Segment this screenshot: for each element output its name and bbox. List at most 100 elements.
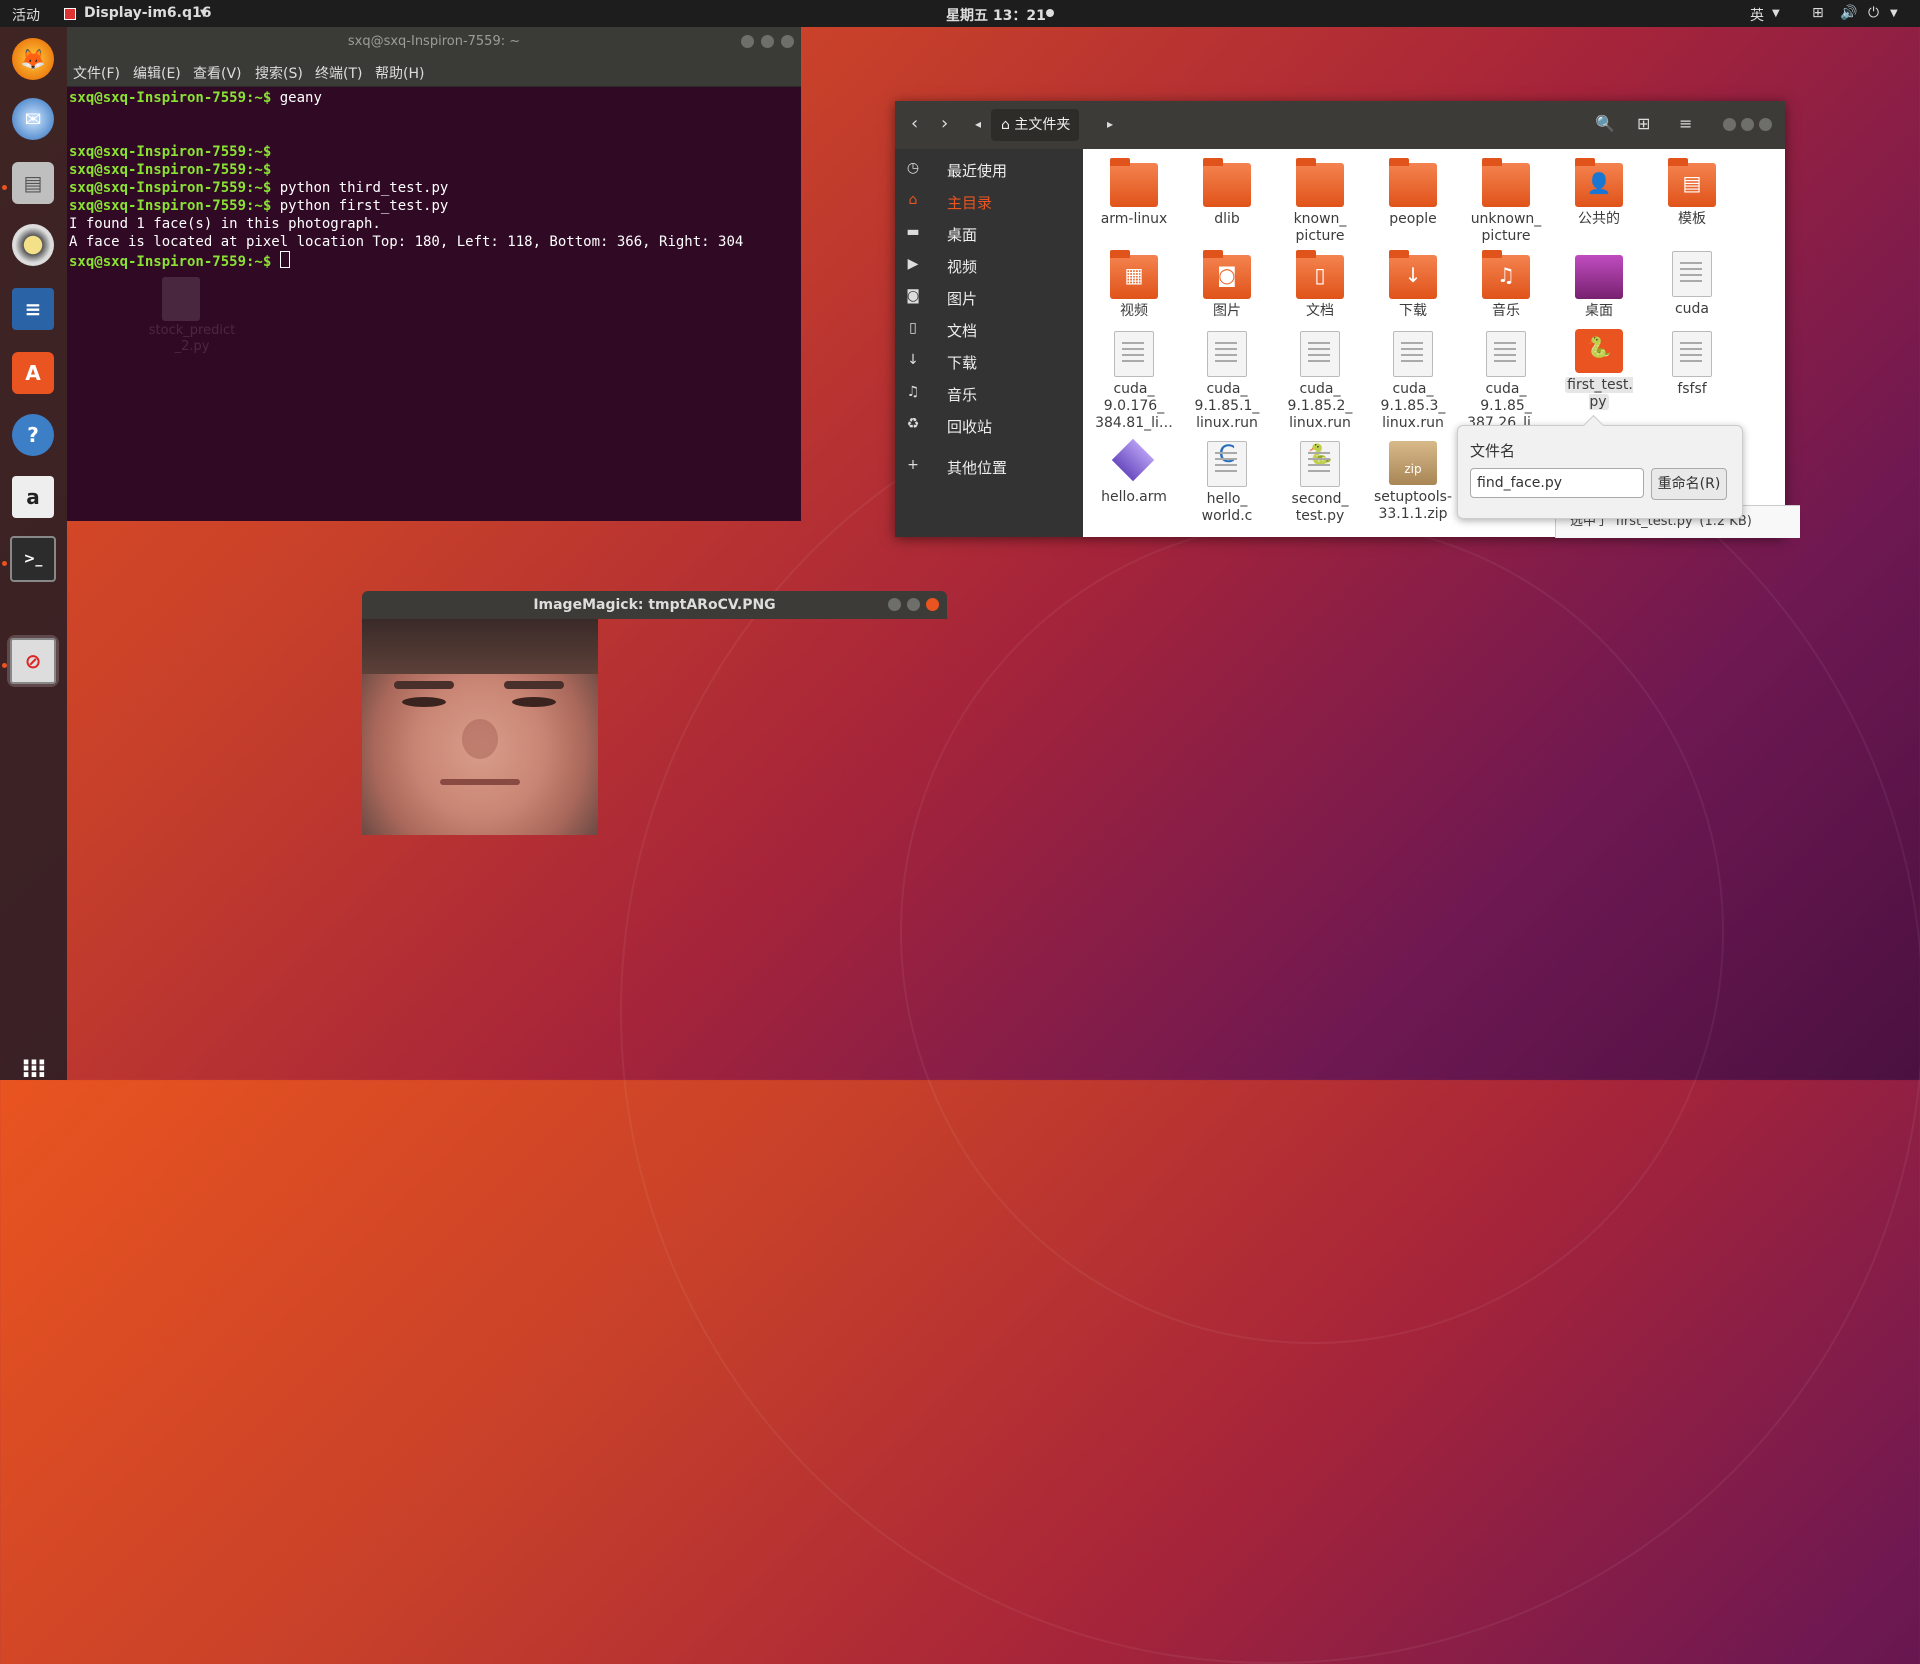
file-item[interactable]: unknown_ picture	[1461, 158, 1551, 245]
file-item[interactable]: 桌面	[1554, 255, 1644, 320]
text-file-icon	[1486, 331, 1526, 377]
sidebar-item-videos[interactable]: ▶ 视频	[895, 250, 1083, 280]
close-icon[interactable]	[1759, 118, 1772, 131]
file-item[interactable]: known_ picture	[1275, 158, 1365, 245]
sidebar-item-label: 桌面	[947, 226, 978, 244]
close-icon[interactable]	[781, 35, 794, 48]
sidebar-item-other-locations[interactable]: + 其他位置	[895, 451, 1083, 481]
menu-search[interactable]: 搜索(S)	[255, 63, 303, 83]
menu-view[interactable]: 查看(V)	[193, 63, 242, 83]
file-label: 公共的	[1578, 211, 1620, 227]
maximize-icon[interactable]	[761, 35, 774, 48]
music-folder-icon: ♫	[1482, 250, 1530, 299]
rename-popover[interactable]: 文件名 重命名(R)	[1457, 414, 1743, 519]
minimize-icon[interactable]	[888, 598, 901, 611]
terminal-output[interactable]: sxq@sxq-Inspiron-7559:~$ geany sxq@sxq-I…	[67, 87, 801, 271]
file-item[interactable]: dlib	[1182, 158, 1272, 228]
file-item[interactable]: cuda_ 9.1.85.1_ linux.run	[1182, 331, 1272, 432]
help-icon[interactable]: ?	[7, 409, 59, 461]
file-label: first_test. py	[1565, 377, 1633, 410]
writer-icon[interactable]: ≡	[7, 283, 59, 335]
thunderbird-icon[interactable]: ✉	[7, 93, 59, 145]
file-item[interactable]: cuda_ 9.0.176_ 384.81_li…	[1089, 331, 1179, 432]
menu-icon[interactable]: ≡	[1679, 114, 1692, 133]
search-icon[interactable]: 🔍	[1595, 114, 1615, 133]
sidebar-item-documents[interactable]: ▯ 文档	[895, 314, 1083, 344]
file-item[interactable]: 🐍 second_ test.py	[1275, 441, 1365, 525]
menu-file[interactable]: 文件(F)	[73, 63, 120, 83]
file-item[interactable]: people	[1368, 158, 1458, 228]
file-label: cuda_ 9.1.85.3_ linux.run	[1380, 381, 1446, 431]
file-item-selected[interactable]: 🐍 first_test. py	[1554, 329, 1644, 411]
file-item[interactable]: cuda_ 9.1.85.3_ linux.run	[1368, 331, 1458, 432]
terminal-titlebar[interactable]: sxq@sxq-Inspiron-7559: ~	[67, 27, 801, 57]
volume-icon[interactable]: 🔊	[1840, 5, 1857, 21]
file-item[interactable]: cuda_ 9.1.85_ 387.26_li…	[1461, 331, 1551, 432]
close-icon[interactable]	[926, 598, 939, 611]
folder-icon: ▬	[906, 224, 920, 240]
file-item[interactable]: fsfsf	[1647, 331, 1737, 398]
app-menu[interactable]: Display-im6.q16	[84, 5, 211, 21]
path-bar-home[interactable]: ⌂ 主文件夹	[991, 109, 1079, 141]
menu-help[interactable]: 帮助(H)	[375, 63, 424, 83]
file-item[interactable]: ▯ 文档	[1275, 250, 1365, 320]
power-icon[interactable]: ⏻	[1868, 5, 1879, 21]
file-item[interactable]: ▤ 模板	[1647, 158, 1737, 228]
face-hair	[362, 619, 598, 674]
show-applications-icon[interactable]: ⁝⁝⁝	[7, 1043, 59, 1095]
activities-button[interactable]: 活动	[12, 5, 40, 25]
file-item[interactable]: Chello_ world.c	[1182, 441, 1272, 525]
file-item[interactable]: hello.arm	[1089, 438, 1179, 506]
sidebar-item-trash[interactable]: ♻ 回收站	[895, 410, 1083, 440]
terminal-window[interactable]: sxq@sxq-Inspiron-7559: ~ 文件(F) 编辑(E) 查看(…	[67, 27, 801, 521]
rhythmbox-icon[interactable]	[7, 219, 59, 271]
sidebar-item-recent[interactable]: ◷ 最近使用	[895, 154, 1083, 184]
sidebar-item-home[interactable]: ⌂ 主目录	[895, 186, 1083, 216]
rename-button[interactable]: 重命名(R)	[1651, 468, 1727, 500]
file-item[interactable]: ◙ 图片	[1182, 250, 1272, 320]
path-left-icon[interactable]: ◂	[975, 117, 981, 131]
sidebar-item-music[interactable]: ♫ 音乐	[895, 378, 1083, 408]
file-item[interactable]: cuda_ 9.1.85.2_ linux.run	[1275, 331, 1365, 432]
plus-icon: +	[907, 457, 919, 473]
file-item[interactable]: ↓ 下载	[1368, 250, 1458, 320]
public-folder-icon: 👤	[1575, 158, 1623, 207]
input-method-indicator[interactable]: 英	[1750, 5, 1764, 25]
sidebar-item-pictures[interactable]: ◙ 图片	[895, 282, 1083, 312]
menu-edit[interactable]: 编辑(E)	[133, 63, 181, 83]
maximize-icon[interactable]	[907, 598, 920, 611]
path-right-icon[interactable]: ▸	[1107, 117, 1113, 131]
notification-dot-icon	[1046, 9, 1054, 17]
running-indicator	[2, 561, 7, 566]
rename-input[interactable]	[1470, 468, 1644, 498]
firefox-icon[interactable]: 🦊	[7, 33, 59, 85]
files-icon[interactable]: ▤	[7, 157, 59, 209]
file-label: hello_ world.c	[1201, 491, 1253, 524]
file-item[interactable]: arm-linux	[1089, 158, 1179, 228]
file-manager-header[interactable]: ‹ › ◂ ⌂ 主文件夹 ▸ 🔍 ⊞ ≡	[895, 101, 1785, 149]
video-icon: ▶	[907, 256, 919, 272]
file-item[interactable]: ♫ 音乐	[1461, 250, 1551, 320]
network-icon[interactable]: ⊞	[1812, 5, 1824, 21]
file-item[interactable]: ▦ 视频	[1089, 250, 1179, 320]
forward-icon[interactable]: ›	[941, 113, 948, 134]
back-icon[interactable]: ‹	[911, 113, 918, 134]
terminal-line: sxq@sxq-Inspiron-7559:~$ geany	[69, 90, 322, 106]
clock[interactable]: 星期五 13：21	[946, 5, 1046, 25]
file-item[interactable]: cuda	[1647, 251, 1737, 318]
software-icon[interactable]: A	[7, 347, 59, 399]
videos-folder-icon: ▦	[1110, 250, 1158, 299]
minimize-icon[interactable]	[1723, 118, 1736, 131]
minimize-icon[interactable]	[741, 35, 754, 48]
file-item[interactable]: zip setuptools- 33.1.1.zip	[1368, 441, 1458, 523]
imagemagick-icon[interactable]: ⊘	[7, 635, 59, 687]
imagemagick-titlebar[interactable]: ImageMagick: tmptARoCV.PNG	[362, 591, 947, 619]
menu-terminal[interactable]: 终端(T)	[315, 63, 362, 83]
view-toggle-icon[interactable]: ⊞	[1637, 114, 1650, 133]
sidebar-item-downloads[interactable]: ↓ 下载	[895, 346, 1083, 376]
amazon-icon[interactable]: a	[7, 471, 59, 523]
maximize-icon[interactable]	[1741, 118, 1754, 131]
file-item[interactable]: 👤 公共的	[1554, 158, 1644, 228]
terminal-icon[interactable]: >_	[7, 533, 59, 585]
sidebar-item-desktop[interactable]: ▬ 桌面	[895, 218, 1083, 248]
